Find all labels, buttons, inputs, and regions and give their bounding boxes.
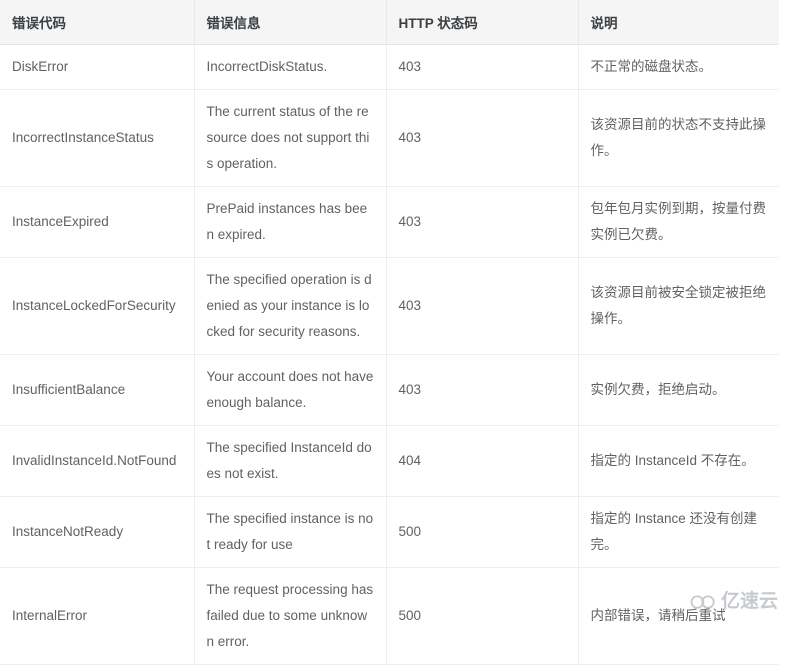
cell-error-code: InstanceLockedForSecurity — [0, 257, 195, 355]
cell-http-status: 403 — [386, 257, 579, 355]
cell-description: 指定的 InstanceId 不存在。 — [578, 425, 779, 497]
cell-error-code: InstanceNotReady — [0, 496, 195, 568]
cell-http-status: 500 — [386, 496, 579, 568]
cell-error-message: IncorrectDiskStatus. — [194, 44, 387, 90]
column-header-http-status: HTTP 状态码 — [386, 0, 579, 45]
table-header-row: 错误代码 错误信息 HTTP 状态码 说明 — [0, 0, 779, 45]
cell-description: 不正常的磁盘状态。 — [578, 44, 779, 90]
cell-description: 实例欠费，拒绝启动。 — [578, 354, 779, 426]
cell-error-message: The current status of the resource does … — [194, 89, 387, 187]
table-row: InsufficientBalance Your account does no… — [0, 354, 779, 426]
cell-description: 该资源目前被安全锁定被拒绝操作。 — [578, 257, 779, 355]
cell-description: 内部错误，请稍后重试 — [578, 567, 779, 665]
cell-http-status: 403 — [386, 354, 579, 426]
cell-error-code: InvalidInstanceId.NotFound — [0, 425, 195, 497]
cell-http-status: 403 — [386, 89, 579, 187]
cell-description: 指定的 Instance 还没有创建完。 — [578, 496, 779, 568]
cell-error-code: DiskError — [0, 44, 195, 90]
table-row: InternalError The request processing has… — [0, 567, 779, 665]
column-header-error-message: 错误信息 — [194, 0, 387, 45]
cell-description: 包年包月实例到期，按量付费实例已欠费。 — [578, 186, 779, 258]
error-code-table-container: 错误代码 错误信息 HTTP 状态码 说明 DiskError Incorrec… — [0, 0, 786, 665]
table-row: InstanceNotReady The specified instance … — [0, 496, 779, 568]
cell-error-message: The specified instance is not ready for … — [194, 496, 387, 568]
column-header-error-code: 错误代码 — [0, 0, 195, 45]
table-row: InstanceExpired PrePaid instances has be… — [0, 186, 779, 258]
table-row: IncorrectInstanceStatus The current stat… — [0, 89, 779, 187]
cell-error-code: InternalError — [0, 567, 195, 665]
table-row: InstanceLockedForSecurity The specified … — [0, 257, 779, 355]
cell-error-message: PrePaid instances has been expired. — [194, 186, 387, 258]
cell-error-message: The request processing has failed due to… — [194, 567, 387, 665]
cell-error-message: The specified InstanceId does not exist. — [194, 425, 387, 497]
table-row: DiskError IncorrectDiskStatus. 403 不正常的磁… — [0, 44, 779, 90]
column-header-description: 说明 — [578, 0, 779, 45]
cell-http-status: 403 — [386, 186, 579, 258]
cell-error-code: InstanceExpired — [0, 186, 195, 258]
table-row: InvalidInstanceId.NotFound The specified… — [0, 425, 779, 497]
cell-error-message: The specified operation is denied as you… — [194, 257, 387, 355]
cell-description: 该资源目前的状态不支持此操作。 — [578, 89, 779, 187]
table-body: DiskError IncorrectDiskStatus. 403 不正常的磁… — [0, 44, 779, 665]
error-code-table: 错误代码 错误信息 HTTP 状态码 说明 DiskError Incorrec… — [0, 0, 779, 665]
table-header: 错误代码 错误信息 HTTP 状态码 说明 — [0, 0, 779, 45]
cell-http-status: 403 — [386, 44, 579, 90]
cell-error-message: Your account does not have enough balanc… — [194, 354, 387, 426]
cell-error-code: InsufficientBalance — [0, 354, 195, 426]
cell-http-status: 500 — [386, 567, 579, 665]
cell-error-code: IncorrectInstanceStatus — [0, 89, 195, 187]
cell-http-status: 404 — [386, 425, 579, 497]
